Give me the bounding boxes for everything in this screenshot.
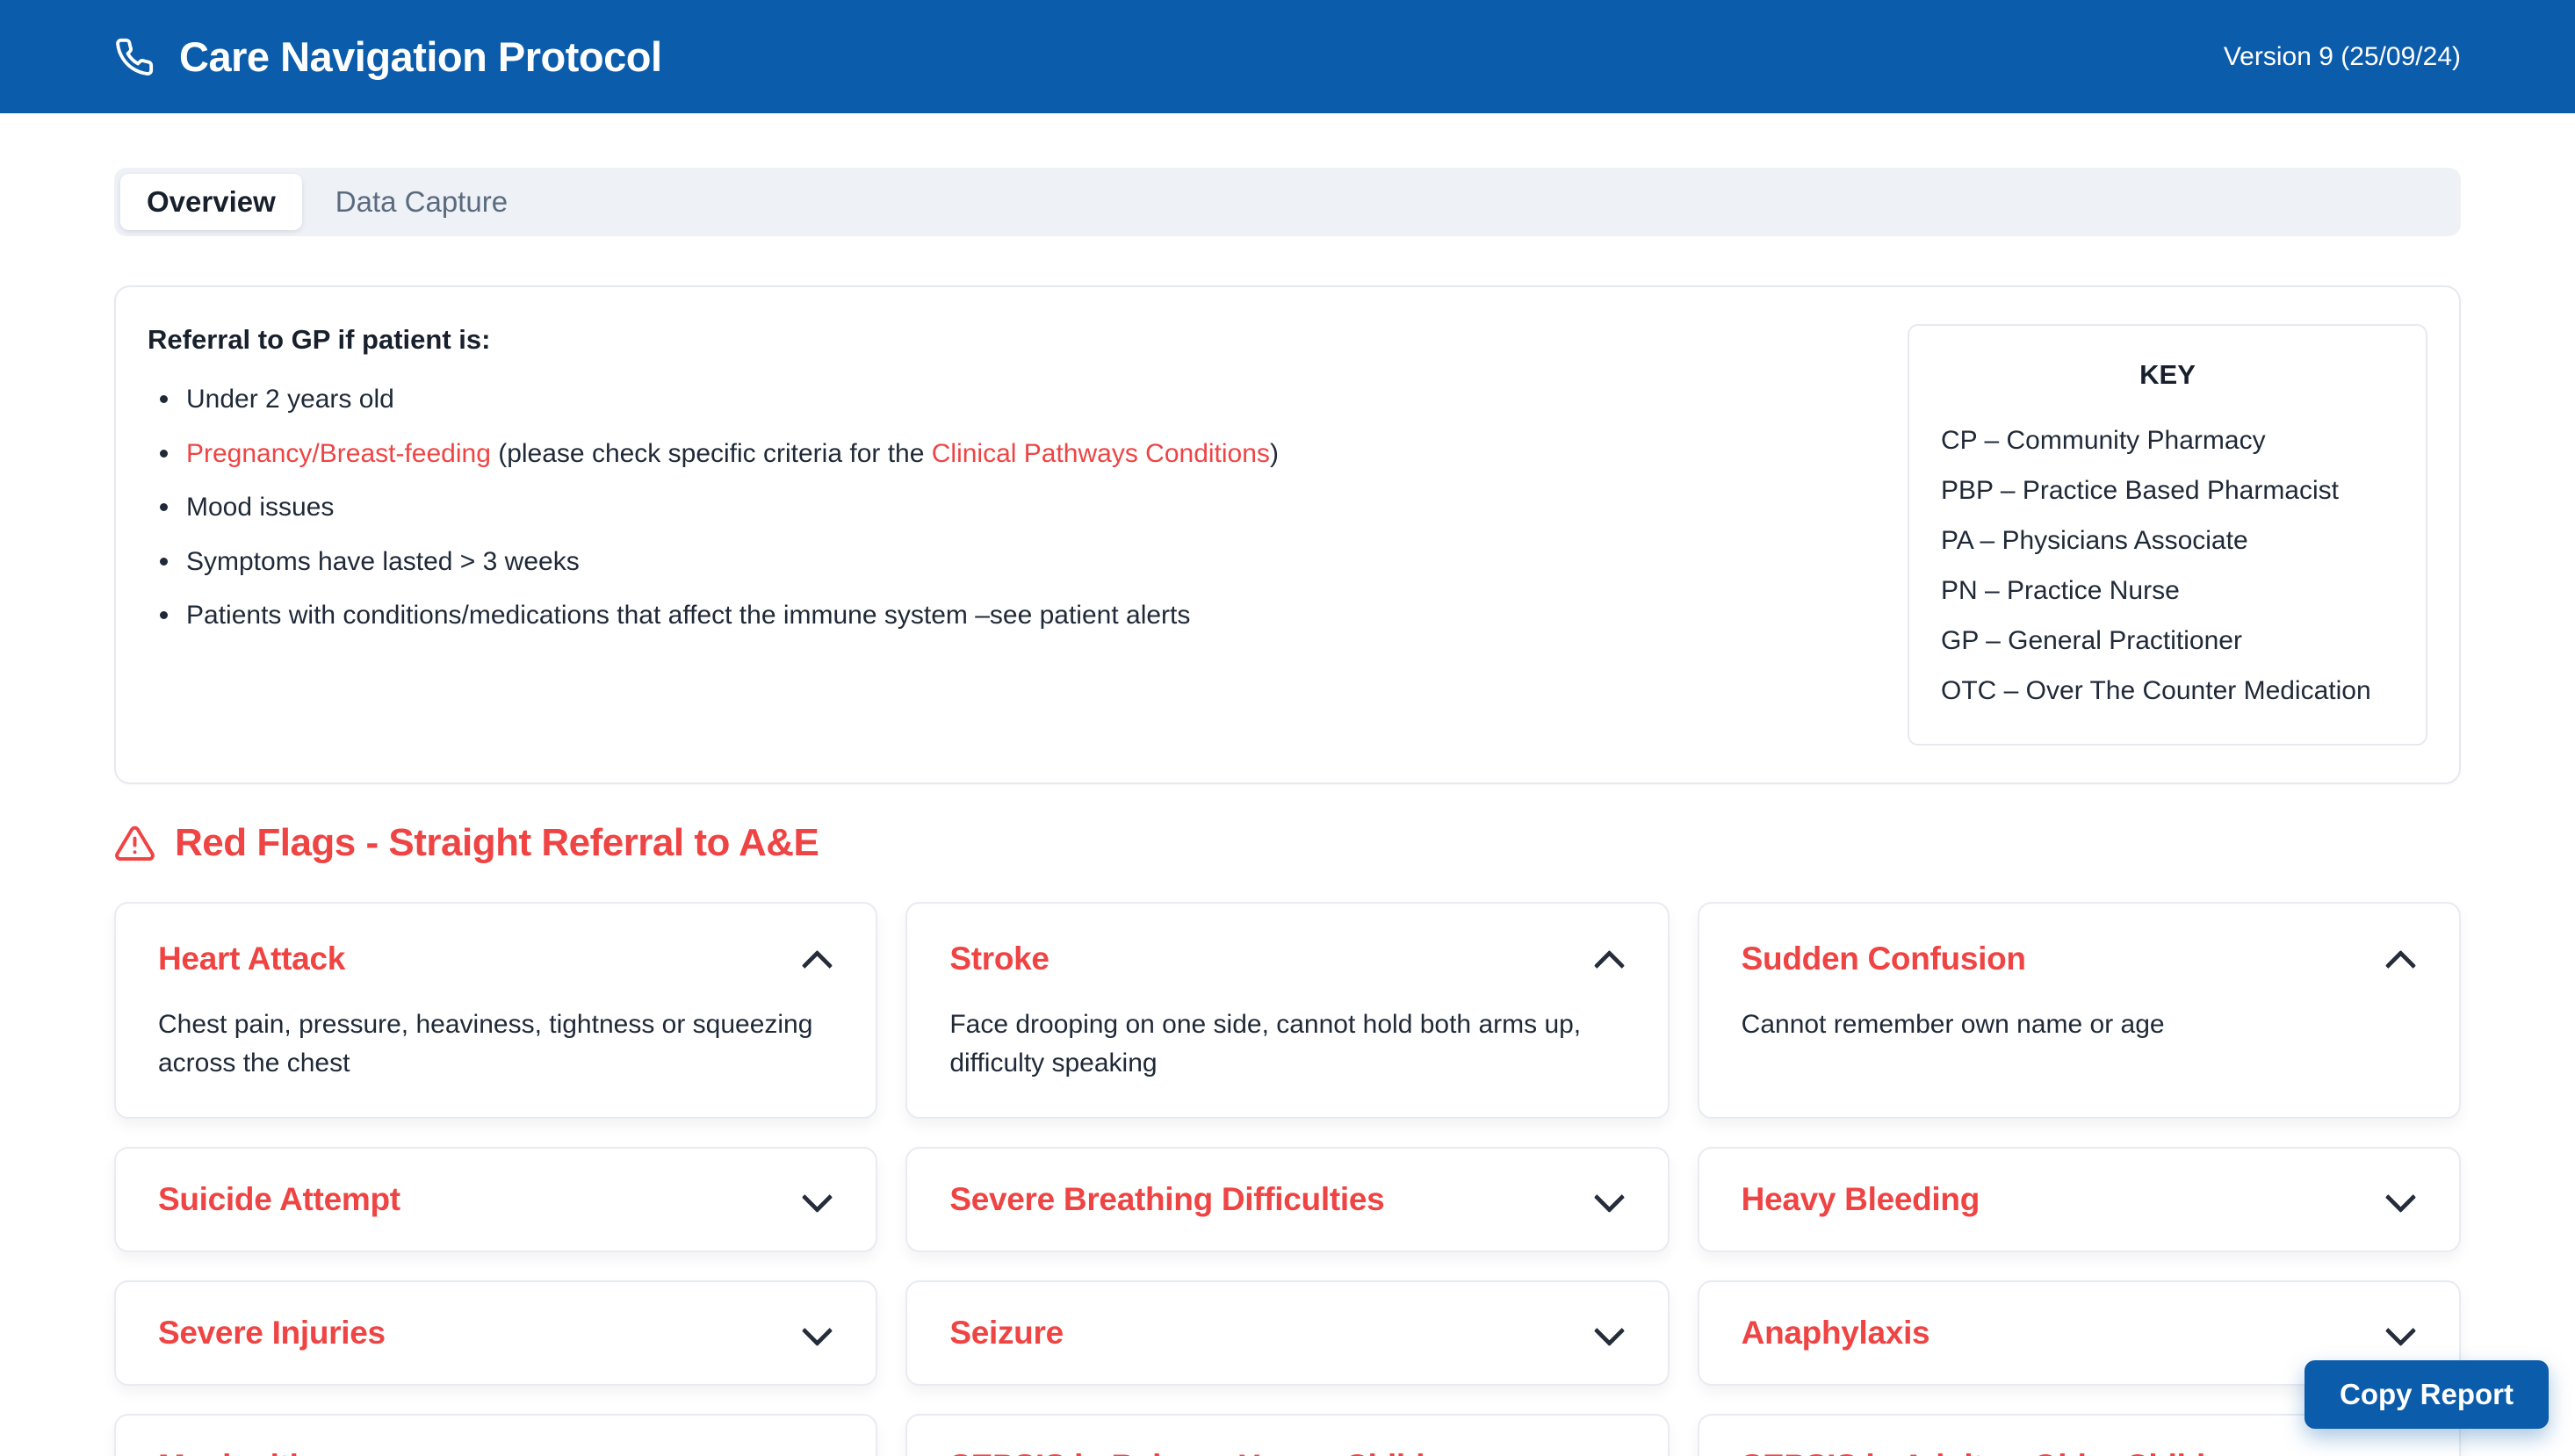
version-label: Version 9 (25/09/24) — [2224, 42, 2461, 72]
referral-list: Under 2 years old Pregnancy/Breast-feedi… — [148, 382, 1279, 634]
app-header: Care Navigation Protocol Version 9 (25/0… — [0, 0, 2575, 113]
card-title: Severe Injuries — [158, 1315, 386, 1351]
key-title: KEY — [1941, 359, 2394, 391]
list-item: Symptoms have lasted > 3 weeks — [148, 544, 1279, 580]
chevron-down-icon — [1590, 1315, 1626, 1351]
list-item: Pregnancy/Breast-feeding (please check s… — [148, 436, 1279, 472]
card-title: Anaphylaxis — [1742, 1315, 1930, 1351]
key-entry: GP – General Practitioner — [1941, 616, 2394, 666]
red-flag-card-severe-breathing-difficulties[interactable]: Severe Breathing Difficulties — [905, 1147, 1669, 1252]
key-entry: OTC – Over The Counter Medication — [1941, 666, 2394, 716]
chevron-down-icon — [2382, 1182, 2417, 1217]
red-flag-card-heart-attack[interactable]: Heart Attack Chest pain, pressure, heavi… — [114, 902, 877, 1119]
card-title: Seizure — [949, 1315, 1064, 1351]
copy-report-button[interactable]: Copy Report — [2305, 1360, 2549, 1429]
red-flag-card-severe-injuries[interactable]: Severe Injuries — [114, 1280, 877, 1386]
chevron-down-icon — [798, 1182, 833, 1217]
red-flag-card-meningitis[interactable]: Meningitis — [114, 1414, 877, 1456]
card-title: Severe Breathing Difficulties — [949, 1181, 1384, 1218]
tab-data-capture[interactable]: Data Capture — [309, 174, 534, 230]
referral-criteria-panel: Referral to GP if patient is: Under 2 ye… — [114, 285, 2461, 784]
app-brand: Care Navigation Protocol — [114, 32, 662, 81]
red-flags-heading: Red Flags - Straight Referral to A&E — [114, 821, 2461, 865]
tab-overview[interactable]: Overview — [120, 174, 302, 230]
red-flag-card-heavy-bleeding[interactable]: Heavy Bleeding — [1698, 1147, 2461, 1252]
key-entry: CP – Community Pharmacy — [1941, 415, 2394, 465]
red-flag-card-seizure[interactable]: Seizure — [905, 1280, 1669, 1386]
chevron-up-icon — [1590, 941, 1626, 977]
alert-triangle-icon — [114, 823, 155, 864]
key-entry: PN – Practice Nurse — [1941, 566, 2394, 616]
card-body: Cannot remember own name or age — [1742, 1006, 2417, 1044]
card-title: Suicide Attempt — [158, 1181, 400, 1218]
card-title: Sudden Confusion — [1742, 941, 2026, 977]
chevron-down-icon — [2382, 1449, 2417, 1456]
clinical-pathways-link[interactable]: Clinical Pathways Conditions — [932, 439, 1270, 468]
list-item: Mood issues — [148, 490, 1279, 526]
page-title: Care Navigation Protocol — [179, 32, 662, 81]
card-body: Chest pain, pressure, heaviness, tightne… — [158, 1006, 833, 1082]
red-flags-grid: Heart Attack Chest pain, pressure, heavi… — [114, 902, 2461, 1456]
list-item: Under 2 years old — [148, 382, 1279, 418]
key-legend: KEY CP – Community Pharmacy PBP – Practi… — [1908, 324, 2427, 746]
card-title: SEPSIS in Baby or Young Child — [949, 1448, 1425, 1456]
referral-title: Referral to GP if patient is: — [148, 324, 1279, 356]
card-title: SEPSIS in Adult or Older Child — [1742, 1448, 2205, 1456]
list-item: Patients with conditions/medications tha… — [148, 598, 1279, 634]
red-flag-card-suicide-attempt[interactable]: Suicide Attempt — [114, 1147, 877, 1252]
red-flag-card-stroke[interactable]: Stroke Face drooping on one side, cannot… — [905, 902, 1669, 1119]
card-body: Face drooping on one side, cannot hold b… — [949, 1006, 1625, 1082]
chevron-down-icon — [798, 1449, 833, 1456]
key-entry: PBP – Practice Based Pharmacist — [1941, 465, 2394, 515]
chevron-down-icon — [1590, 1182, 1626, 1217]
chevron-up-icon — [2382, 941, 2417, 977]
card-title: Heart Attack — [158, 941, 345, 977]
pregnancy-highlight: Pregnancy/Breast-feeding — [186, 439, 491, 468]
card-title: Stroke — [949, 941, 1049, 977]
chevron-down-icon — [798, 1315, 833, 1351]
referral-criteria: Referral to GP if patient is: Under 2 ye… — [148, 324, 1279, 746]
key-entry: PA – Physicians Associate — [1941, 515, 2394, 566]
chevron-down-icon — [2382, 1315, 2417, 1351]
card-title: Heavy Bleeding — [1742, 1181, 1980, 1218]
chevron-up-icon — [798, 941, 833, 977]
red-flag-card-sudden-confusion[interactable]: Sudden Confusion Cannot remember own nam… — [1698, 902, 2461, 1119]
tab-bar: Overview Data Capture — [114, 168, 2461, 236]
red-flag-card-sepsis-baby-young-child[interactable]: SEPSIS in Baby or Young Child — [905, 1414, 1669, 1456]
chevron-down-icon — [1590, 1449, 1626, 1456]
card-title: Meningitis — [158, 1448, 316, 1456]
phone-icon — [114, 37, 155, 77]
